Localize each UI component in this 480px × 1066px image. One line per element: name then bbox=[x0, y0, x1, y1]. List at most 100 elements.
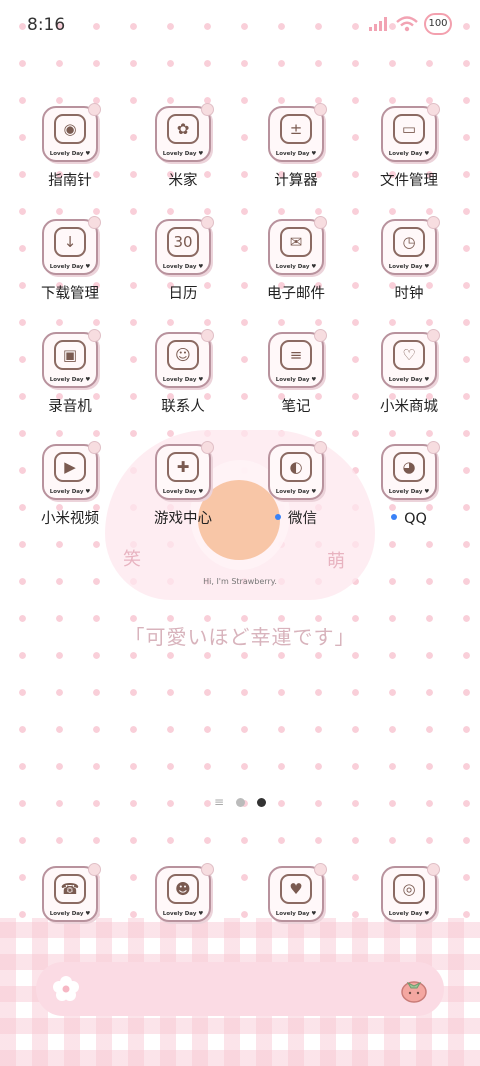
app-2[interactable]: ± Lovely Day ♥ 计算器 bbox=[241, 103, 351, 190]
clip-icon bbox=[427, 863, 440, 876]
dock-glyph-icon: ☻ bbox=[167, 874, 199, 904]
app-glyph-icon: ▣ bbox=[54, 340, 86, 370]
dock-app-2[interactable]: ♥ Lovely Day ♥ bbox=[241, 863, 351, 922]
search-bar[interactable] bbox=[36, 962, 444, 1016]
dock-app-0[interactable]: ☎ Lovely Day ♥ bbox=[15, 863, 125, 922]
clip-icon bbox=[201, 329, 214, 342]
tomato-icon[interactable] bbox=[400, 974, 428, 1004]
app-glyph-icon: ◉ bbox=[54, 114, 86, 144]
clip-icon bbox=[88, 863, 101, 876]
icon-tag-label: Lovely Day ♥ bbox=[49, 489, 91, 495]
clip-icon bbox=[427, 216, 440, 229]
app-10[interactable]: ≡ Lovely Day ♥ 笔记 bbox=[241, 329, 351, 416]
app-glyph-icon: ≡ bbox=[280, 340, 312, 370]
icon-tag-label: Lovely Day ♥ bbox=[388, 377, 430, 383]
app-14[interactable]: ◐ Lovely Day ♥ 微信 bbox=[241, 441, 351, 528]
icon-tag-label: Lovely Day ♥ bbox=[162, 264, 204, 270]
app-icon[interactable]: ◷ Lovely Day ♥ bbox=[381, 216, 440, 275]
camera-icon[interactable]: ◎ Lovely Day ♥ bbox=[381, 863, 440, 922]
app-7[interactable]: ◷ Lovely Day ♥ 时钟 bbox=[354, 216, 464, 303]
app-label-text: 游戏中心 bbox=[154, 511, 212, 527]
app-0[interactable]: ◉ Lovely Day ♥ 指南针 bbox=[15, 103, 125, 190]
app-label-text: 文件管理 bbox=[380, 173, 438, 189]
phone-icon[interactable]: ☎ Lovely Day ♥ bbox=[42, 863, 101, 922]
clip-icon bbox=[88, 441, 101, 454]
icon-tag-label: Lovely Day ♥ bbox=[162, 911, 204, 917]
wallpaper-caption: Hi, I'm Strawberry. bbox=[203, 577, 277, 586]
icon-tag-label: Lovely Day ♥ bbox=[275, 911, 317, 917]
icon-tag-label: Lovely Day ♥ bbox=[162, 377, 204, 383]
app-icon[interactable]: ✉ Lovely Day ♥ bbox=[268, 216, 327, 275]
icon-tag-label: Lovely Day ♥ bbox=[162, 151, 204, 157]
icon-tag-label: Lovely Day ♥ bbox=[275, 489, 317, 495]
app-icon[interactable]: ▣ Lovely Day ♥ bbox=[42, 329, 101, 388]
app-5[interactable]: 30 Lovely Day ♥ 日历 bbox=[128, 216, 238, 303]
app-1[interactable]: ✿ Lovely Day ♥ 米家 bbox=[128, 103, 238, 190]
pager-menu-icon: ≡ bbox=[213, 795, 225, 809]
app-11[interactable]: ♡ Lovely Day ♥ 小米商城 bbox=[354, 329, 464, 416]
app-glyph-icon: ✚ bbox=[167, 452, 199, 482]
app-label-text: 时钟 bbox=[394, 286, 424, 302]
wifi-icon bbox=[396, 16, 418, 32]
app-icon[interactable]: 30 Lovely Day ♥ bbox=[155, 216, 214, 275]
icon-tag-label: Lovely Day ♥ bbox=[49, 911, 91, 917]
app-glyph-icon: ▶ bbox=[54, 452, 86, 482]
app-icon[interactable]: ♡ Lovely Day ♥ bbox=[381, 329, 440, 388]
app-8[interactable]: ▣ Lovely Day ♥ 录音机 bbox=[15, 329, 125, 416]
app-icon[interactable]: ✿ Lovely Day ♥ bbox=[155, 103, 214, 162]
page-dot-1[interactable] bbox=[236, 797, 246, 807]
app-4[interactable]: ↓ Lovely Day ♥ 下载管理 bbox=[15, 216, 125, 303]
app-label: 小米视频 bbox=[15, 510, 125, 528]
app-icon[interactable]: ◕ Lovely Day ♥ bbox=[381, 441, 440, 500]
app-icon[interactable]: ≡ Lovely Day ♥ bbox=[268, 329, 327, 388]
app-label: 时钟 bbox=[354, 285, 464, 303]
dock-app-1[interactable]: ☻ Lovely Day ♥ bbox=[128, 863, 238, 922]
app-icon[interactable]: ↓ Lovely Day ♥ bbox=[42, 216, 101, 275]
app-label-text: 笔记 bbox=[281, 399, 311, 415]
app-icon[interactable]: ✚ Lovely Day ♥ bbox=[155, 441, 214, 500]
messages-icon[interactable]: ☻ Lovely Day ♥ bbox=[155, 863, 214, 922]
app-icon[interactable]: ▶ Lovely Day ♥ bbox=[42, 441, 101, 500]
app-glyph-icon: ◐ bbox=[280, 452, 312, 482]
app-glyph-icon: ◕ bbox=[393, 452, 425, 482]
app-icon[interactable]: ▭ Lovely Day ♥ bbox=[381, 103, 440, 162]
icon-tag-label: Lovely Day ♥ bbox=[275, 377, 317, 383]
clip-icon bbox=[314, 329, 327, 342]
app-3[interactable]: ▭ Lovely Day ♥ 文件管理 bbox=[354, 103, 464, 190]
app-13[interactable]: ✚ Lovely Day ♥ 游戏中心 bbox=[128, 441, 238, 528]
app-icon[interactable]: ◐ Lovely Day ♥ bbox=[268, 441, 327, 500]
page-dot-2-active[interactable] bbox=[257, 797, 267, 807]
app-label-text: 小米视频 bbox=[41, 511, 99, 527]
app-label: 小米商城 bbox=[354, 398, 464, 416]
icon-tag-label: Lovely Day ♥ bbox=[275, 264, 317, 270]
app-icon[interactable]: ◉ Lovely Day ♥ bbox=[42, 103, 101, 162]
clip-icon bbox=[88, 329, 101, 342]
status-time: 8:16 bbox=[27, 15, 66, 35]
clip-icon bbox=[314, 441, 327, 454]
icon-tag-label: Lovely Day ♥ bbox=[275, 151, 317, 157]
app-15[interactable]: ◕ Lovely Day ♥ QQ bbox=[354, 441, 464, 528]
app-9[interactable]: ☺ Lovely Day ♥ 联系人 bbox=[128, 329, 238, 416]
icon-tag-label: Lovely Day ♥ bbox=[49, 377, 91, 383]
app-label-text: 日历 bbox=[168, 286, 198, 302]
app-label: 指南针 bbox=[15, 172, 125, 190]
heart-chat-icon[interactable]: ♥ Lovely Day ♥ bbox=[268, 863, 327, 922]
signal-icon bbox=[369, 17, 387, 31]
dock-glyph-icon: ♥ bbox=[280, 874, 312, 904]
app-12[interactable]: ▶ Lovely Day ♥ 小米视频 bbox=[15, 441, 125, 528]
app-label-text: QQ bbox=[404, 511, 427, 527]
app-icon[interactable]: ☺ Lovely Day ♥ bbox=[155, 329, 214, 388]
app-glyph-icon: 30 bbox=[167, 227, 199, 257]
clip-icon bbox=[201, 216, 214, 229]
icon-tag-label: Lovely Day ♥ bbox=[388, 489, 430, 495]
clip-icon bbox=[201, 103, 214, 116]
flower-icon bbox=[53, 976, 79, 1001]
app-label: 录音机 bbox=[15, 398, 125, 416]
page-indicator[interactable]: ≡ bbox=[0, 796, 480, 808]
icon-tag-label: Lovely Day ♥ bbox=[49, 264, 91, 270]
app-6[interactable]: ✉ Lovely Day ♥ 电子邮件 bbox=[241, 216, 351, 303]
app-icon[interactable]: ± Lovely Day ♥ bbox=[268, 103, 327, 162]
app-label: 米家 bbox=[128, 172, 238, 190]
dock-glyph-icon: ☎ bbox=[54, 874, 86, 904]
dock-app-3[interactable]: ◎ Lovely Day ♥ bbox=[354, 863, 464, 922]
